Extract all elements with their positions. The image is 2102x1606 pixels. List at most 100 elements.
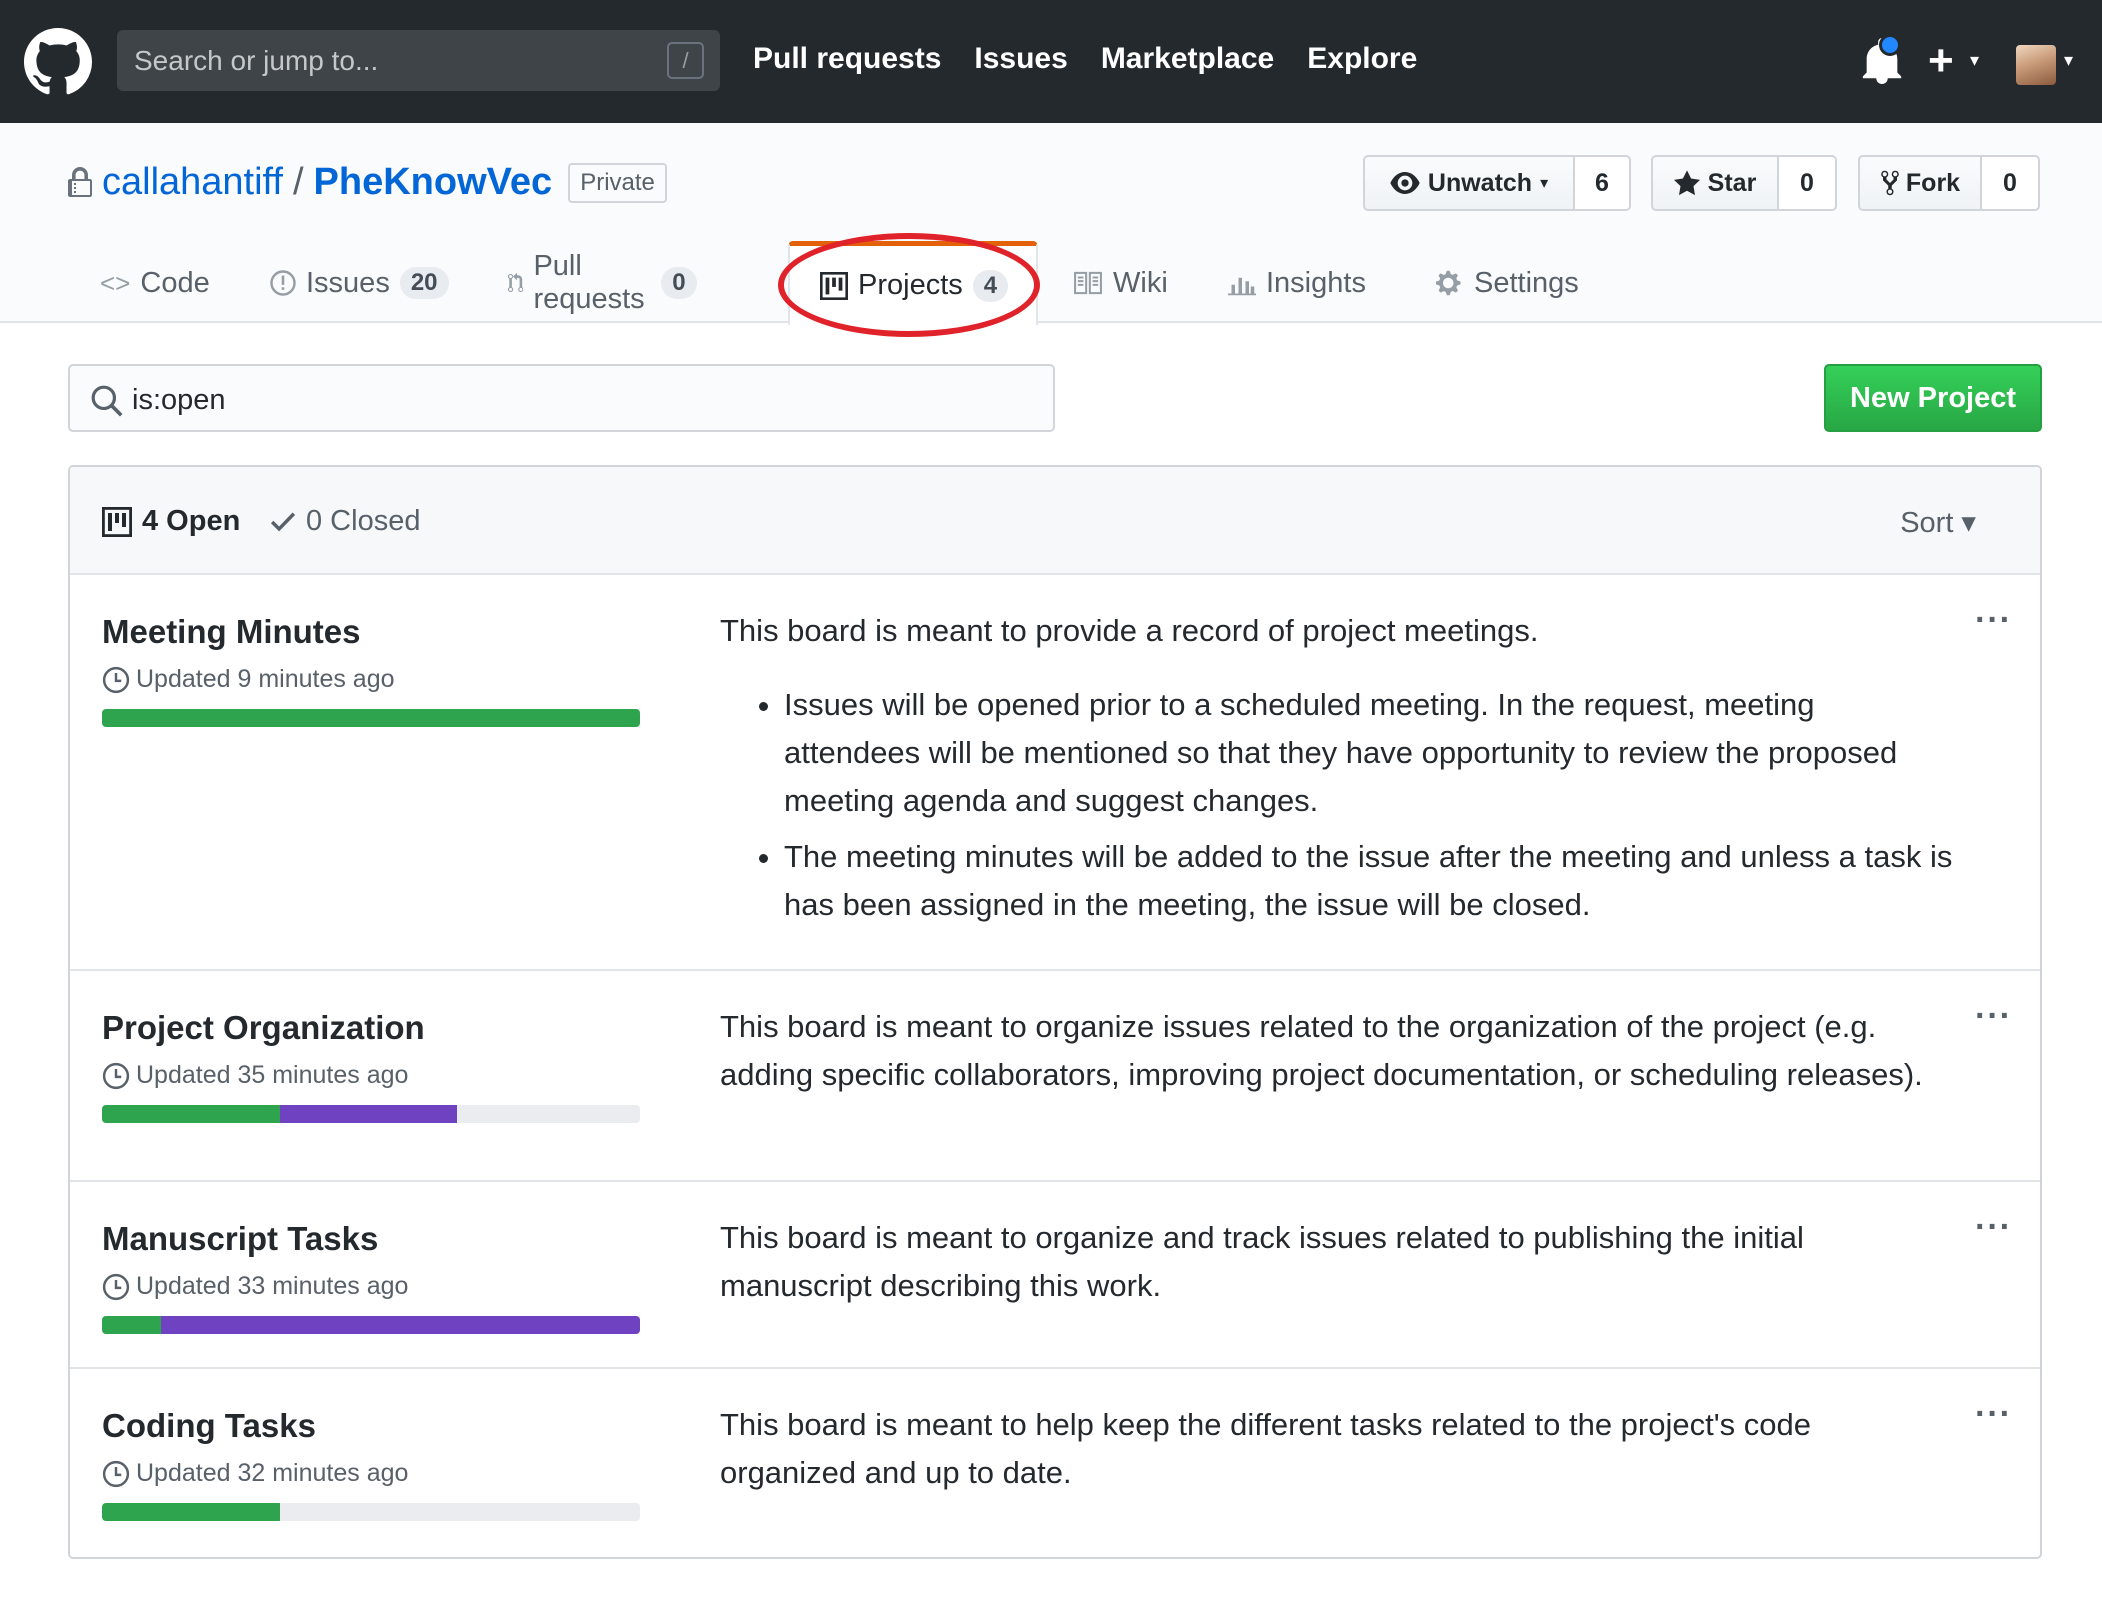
fork-icon xyxy=(1881,170,1899,196)
nav-pull-requests[interactable]: Pull requests xyxy=(753,42,941,76)
project-updated: Updated 32 minutes ago xyxy=(102,1459,408,1488)
unread-notification-dot xyxy=(1879,34,1901,56)
project-board-icon xyxy=(102,506,132,537)
repo-title: callahantiff / PheKnowVec Private xyxy=(68,161,667,204)
repo-header: callahantiff / PheKnowVec Private Unwatc… xyxy=(0,123,2102,325)
project-description-text: This board is meant to organize and trac… xyxy=(720,1220,1804,1303)
open-projects-filter[interactable]: 4 Open xyxy=(102,505,240,538)
tab-issues-label: Issues xyxy=(306,266,390,299)
unwatch-caret-icon: ▾ xyxy=(1540,175,1549,192)
gear-icon xyxy=(1436,270,1461,296)
nav-issues[interactable]: Issues xyxy=(974,42,1067,76)
description-bullet: The meeting minutes will be added to the… xyxy=(784,833,1955,929)
tab-wiki[interactable]: Wiki xyxy=(1073,241,1168,325)
project-updated: Updated 35 minutes ago xyxy=(102,1061,408,1090)
fork-button[interactable]: Fork xyxy=(1858,155,1982,211)
project-updated: Updated 33 minutes ago xyxy=(102,1272,408,1301)
tab-insights[interactable]: Insights xyxy=(1228,241,1366,325)
project-updated-text: Updated 33 minutes ago xyxy=(136,1272,409,1300)
projects-list: 4 Open 0 Closed Sort ▾ Meeting Minutes U… xyxy=(68,465,2042,1559)
avatar-caret-icon[interactable]: ▾ xyxy=(2064,50,2073,71)
progress-done-segment xyxy=(102,1503,280,1521)
pull-requests-counter: 0 xyxy=(661,267,697,299)
git-pull-request-icon xyxy=(508,272,524,293)
forks-count[interactable]: 0 xyxy=(1982,155,2040,211)
github-logo-icon[interactable] xyxy=(24,28,92,96)
clock-icon xyxy=(102,666,130,693)
search-shortcut-key: / xyxy=(667,42,704,79)
global-search-input[interactable]: Search or jump to... / xyxy=(117,30,720,91)
global-nav: Pull requests Issues Marketplace Explore xyxy=(753,42,1417,76)
watchers-count[interactable]: 6 xyxy=(1575,155,1631,211)
project-more-options-icon[interactable]: ··· xyxy=(1975,1208,2012,1247)
user-avatar[interactable] xyxy=(2016,45,2056,85)
book-icon xyxy=(1074,271,1102,295)
check-icon xyxy=(270,512,296,531)
project-updated-text: Updated 9 minutes ago xyxy=(136,665,395,693)
private-badge: Private xyxy=(568,162,667,203)
project-progress-bar xyxy=(102,1316,640,1334)
tab-insights-label: Insights xyxy=(1266,266,1366,299)
project-description-text: This board is meant to help keep the dif… xyxy=(720,1407,1811,1490)
project-description: This board is meant to provide a record … xyxy=(720,607,1955,937)
tab-issues[interactable]: Issues 20 xyxy=(270,241,449,325)
lock-icon xyxy=(68,166,92,197)
project-name-link[interactable]: Manuscript Tasks xyxy=(102,1220,378,1258)
tab-pull-requests-label: Pull requests xyxy=(533,250,645,315)
nav-marketplace[interactable]: Marketplace xyxy=(1101,42,1274,76)
project-updated: Updated 9 minutes ago xyxy=(102,665,395,694)
star-icon xyxy=(1673,170,1700,196)
tab-wiki-label: Wiki xyxy=(1113,266,1168,299)
project-description: This board is meant to organize and trac… xyxy=(720,1214,1955,1310)
clock-icon xyxy=(102,1460,130,1487)
projects-list-header: 4 Open 0 Closed Sort ▾ xyxy=(70,467,2040,575)
projects-tab-highlight-annotation xyxy=(778,233,1040,337)
create-caret-icon[interactable]: ▾ xyxy=(1970,50,1979,71)
project-description-text: This board is meant to organize issues r… xyxy=(720,1009,1923,1092)
star-group: Star 0 xyxy=(1651,155,1837,211)
project-row: Meeting Minutes Updated 9 minutes ago Th… xyxy=(70,575,2040,971)
create-new-plus-icon[interactable]: + xyxy=(1928,36,1954,86)
repo-path-separator: / xyxy=(292,161,304,203)
progress-in-progress-segment xyxy=(279,1105,458,1123)
unwatch-button[interactable]: Unwatch ▾ xyxy=(1363,155,1575,211)
tab-code[interactable]: <> Code xyxy=(100,241,210,325)
tab-pull-requests[interactable]: Pull requests 0 xyxy=(508,241,697,325)
repo-name-link[interactable]: PheKnowVec xyxy=(314,161,553,204)
unwatch-label: Unwatch xyxy=(1427,168,1533,197)
project-name-link[interactable]: Coding Tasks xyxy=(102,1407,316,1445)
project-name-link[interactable]: Project Organization xyxy=(102,1009,425,1047)
new-project-button[interactable]: New Project xyxy=(1824,364,2042,432)
project-more-options-icon[interactable]: ··· xyxy=(1975,997,2012,1036)
tab-settings[interactable]: Settings xyxy=(1436,241,1579,325)
search-placeholder: Search or jump to... xyxy=(134,45,379,76)
project-description-text: This board is meant to provide a record … xyxy=(720,613,1539,648)
project-description: This board is meant to help keep the dif… xyxy=(720,1401,1955,1497)
project-more-options-icon[interactable]: ··· xyxy=(1975,601,2012,640)
open-count-label: 4 Open xyxy=(142,505,241,537)
progress-done-segment xyxy=(102,709,640,727)
project-progress-bar xyxy=(102,709,640,727)
filter-value: is:open xyxy=(132,384,226,416)
project-row: Project Organization Updated 35 minutes … xyxy=(70,971,2040,1182)
project-description-list: Issues will be opened prior to a schedul… xyxy=(720,681,1955,929)
issues-counter: 20 xyxy=(399,267,449,299)
project-row: Coding Tasks Updated 32 minutes ago This… xyxy=(70,1369,2040,1557)
tab-settings-label: Settings xyxy=(1474,266,1579,299)
nav-explore[interactable]: Explore xyxy=(1307,42,1417,76)
description-bullet: Issues will be opened prior to a schedul… xyxy=(784,681,1955,825)
star-button[interactable]: Star xyxy=(1651,155,1779,211)
project-name-link[interactable]: Meeting Minutes xyxy=(102,613,361,651)
issue-opened-icon xyxy=(270,270,296,296)
closed-projects-filter[interactable]: 0 Closed xyxy=(270,505,420,538)
stargazers-count[interactable]: 0 xyxy=(1779,155,1837,211)
repo-owner-link[interactable]: callahantiff xyxy=(102,161,283,204)
progress-done-segment xyxy=(102,1316,162,1334)
fork-label: Fork xyxy=(1905,168,1961,197)
watch-group: Unwatch ▾ 6 xyxy=(1363,155,1631,211)
projects-filter-input[interactable]: is:open xyxy=(68,364,1055,432)
project-progress-bar xyxy=(102,1503,640,1521)
eye-icon xyxy=(1390,172,1420,194)
sort-dropdown[interactable]: Sort ▾ xyxy=(1900,505,1976,540)
project-more-options-icon[interactable]: ··· xyxy=(1975,1395,2012,1434)
